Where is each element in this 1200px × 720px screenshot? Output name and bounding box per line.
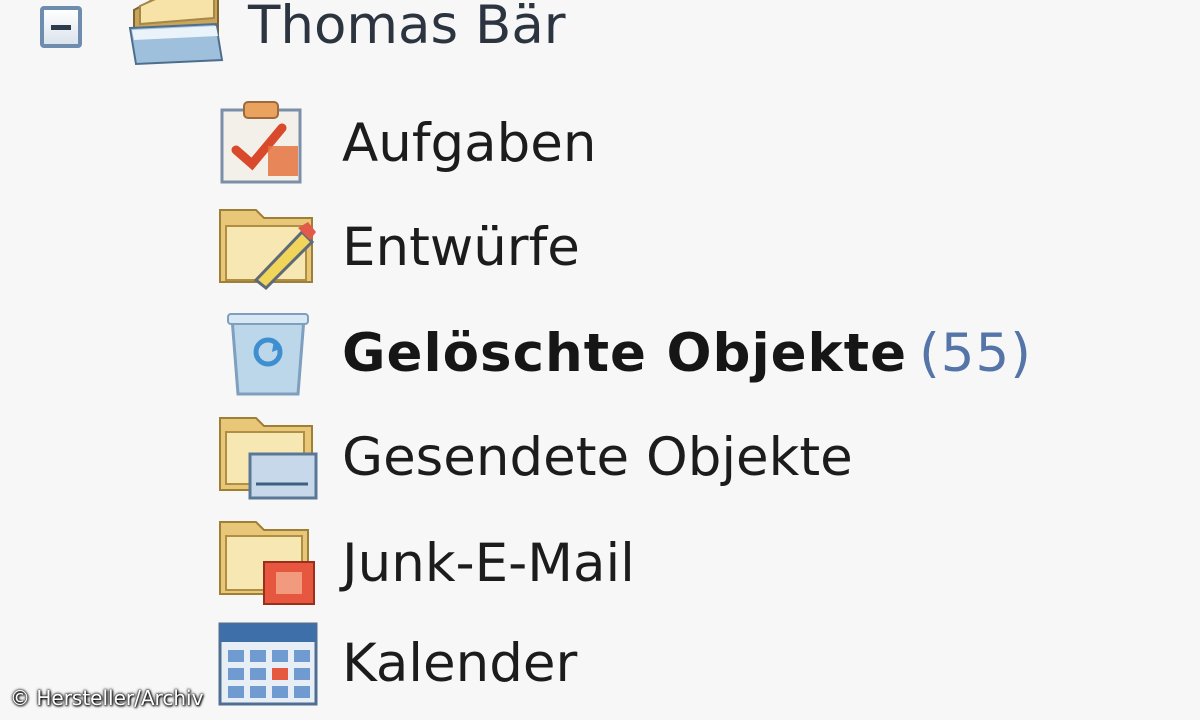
folder-tree-pane: Thomas Bär Aufgaben Entwürfe Gelöschte O… — [0, 0, 1200, 720]
calendar-icon — [218, 622, 318, 706]
folder-label: Entwürfe — [342, 217, 580, 278]
folder-label: Gesendete Objekte — [342, 427, 853, 488]
junk-mail-icon — [219, 521, 315, 605]
folder-item-aufgaben[interactable]: Aufgaben — [216, 92, 1196, 188]
folder-label: Aufgaben — [342, 113, 597, 174]
folder-label: Kalender — [342, 633, 578, 694]
folder-item-entwuerfe[interactable]: Entwürfe — [216, 196, 1196, 292]
folder-item-gesendete-objekte[interactable]: Gesendete Objekte — [216, 406, 1196, 502]
image-credit: © Hersteller/Archiv — [10, 686, 204, 710]
folder-item-geloeschte-objekte[interactable]: Gelöschte Objekte (55) — [216, 302, 1196, 398]
deleted-items-icon — [227, 313, 309, 396]
folder-label: Junk-E-Mail — [342, 533, 635, 594]
folder-label: Gelöschte Objekte (55) — [342, 322, 1032, 386]
folder-item-junk-e-mail[interactable]: Junk-E-Mail — [216, 512, 1196, 608]
unread-count-badge: (55) — [919, 323, 1032, 384]
folder-item-kalender[interactable]: Kalender — [216, 612, 1196, 708]
mailbox-folder-icon — [128, 0, 224, 66]
tree-node-mailbox[interactable]: Thomas Bär — [36, 0, 736, 76]
folder-name: Gelöschte Objekte — [342, 323, 908, 384]
mailbox-label: Thomas Bär — [248, 0, 566, 56]
drafts-icon — [219, 209, 316, 291]
sent-items-icon — [219, 417, 318, 500]
collapse-toggle-icon[interactable] — [40, 6, 82, 48]
tasks-icon — [220, 101, 302, 184]
